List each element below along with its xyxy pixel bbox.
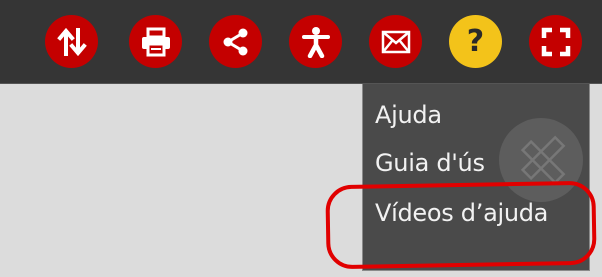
sort-arrows-icon — [56, 27, 87, 56]
question-mark-icon: ? — [466, 23, 485, 59]
toolbar: ? — [0, 0, 602, 84]
printer-icon — [141, 27, 170, 56]
accessibility-button[interactable] — [289, 15, 342, 68]
menu-item-help[interactable]: Ajuda — [375, 99, 442, 131]
sort-button[interactable] — [45, 15, 98, 68]
fullscreen-icon — [541, 27, 570, 56]
print-button[interactable] — [129, 15, 182, 68]
help-button[interactable]: ? — [449, 15, 502, 68]
fullscreen-button[interactable] — [529, 15, 582, 68]
share-button[interactable] — [209, 15, 262, 68]
accessibility-icon — [301, 26, 330, 58]
email-button[interactable] — [369, 15, 422, 68]
envelope-icon — [381, 30, 410, 53]
share-icon — [223, 28, 247, 55]
menu-item-guide[interactable]: Guia d'ús — [375, 147, 485, 179]
annotation-highlight — [325, 180, 597, 270]
